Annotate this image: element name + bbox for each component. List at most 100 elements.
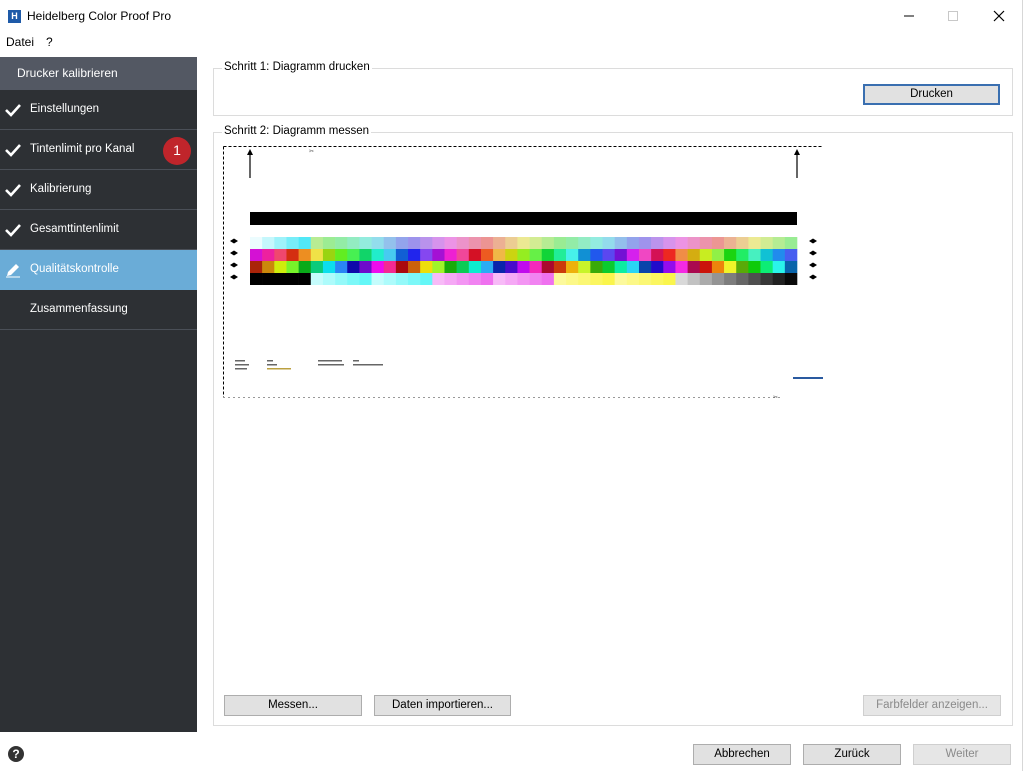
color-patch: [541, 273, 555, 285]
sidebar-item-qualitaetskontrolle[interactable]: Qualitätskontrolle: [0, 250, 197, 290]
color-patch: [298, 249, 312, 261]
registration-mark: [809, 262, 817, 268]
color-patch: [298, 261, 312, 273]
color-patch: [724, 249, 737, 261]
back-button[interactable]: Zurück: [803, 744, 901, 765]
sidebar-item-zusammenfassung[interactable]: Zusammenfassung: [0, 290, 197, 330]
color-patch: [505, 249, 518, 261]
color-patch: [274, 237, 287, 249]
color-patch: [250, 249, 263, 261]
color-patch: [371, 249, 385, 261]
color-patch: [286, 237, 299, 249]
color-patch: [493, 261, 506, 273]
sidebar-header: Drucker kalibrieren: [0, 57, 197, 90]
sidebar: Drucker kalibrieren Einstellungen Tinten…: [0, 57, 197, 732]
color-patch: [663, 273, 676, 285]
color-patch: [529, 273, 543, 285]
registration-mark: [809, 250, 817, 256]
step2-title: Schritt 2: Diagramm messen: [222, 125, 372, 137]
color-patch: [578, 249, 591, 261]
menu-datei[interactable]: Datei: [6, 35, 34, 49]
import-data-button[interactable]: Daten importieren...: [374, 695, 511, 716]
color-patch: [383, 237, 397, 249]
color-patch: [772, 249, 786, 261]
svg-text:✂: ✂: [309, 149, 314, 155]
color-patch: [286, 273, 299, 285]
color-patch: [517, 249, 530, 261]
menu-help[interactable]: ?: [46, 35, 53, 49]
close-window-button[interactable]: [976, 0, 1022, 32]
color-patch: [663, 261, 676, 273]
color-patch: [310, 237, 324, 249]
color-patch: [663, 249, 676, 261]
color-patch: [748, 249, 761, 261]
maximize-button[interactable]: [930, 0, 976, 32]
color-patch: [383, 249, 397, 261]
color-patch: [274, 261, 287, 273]
color-patch: [517, 237, 530, 249]
color-patch: [468, 273, 482, 285]
color-patch: [444, 249, 457, 261]
color-patch: [347, 237, 360, 249]
color-patch: [566, 273, 579, 285]
color-patch: [566, 237, 579, 249]
color-patch: [395, 261, 409, 273]
cancel-button[interactable]: Abbrechen: [693, 744, 791, 765]
color-patch: [784, 249, 798, 261]
color-patch: [347, 273, 360, 285]
sidebar-item-gesamttintenlimit[interactable]: Gesamttintenlimit: [0, 210, 197, 250]
color-patch: [614, 237, 628, 249]
minimize-icon: [904, 15, 914, 17]
color-patch: [724, 237, 737, 249]
color-patch: [298, 237, 312, 249]
pencil-icon: [6, 264, 20, 278]
color-patch: [250, 261, 263, 273]
color-patch: [566, 261, 579, 273]
registration-mark: [230, 238, 238, 244]
color-patch: [335, 273, 348, 285]
help-icon[interactable]: ?: [8, 746, 24, 762]
color-patch: [274, 249, 287, 261]
print-button[interactable]: Drucken: [863, 84, 1000, 105]
menu-bar: Datei ?: [0, 32, 1022, 52]
maximize-icon: [948, 11, 958, 21]
color-patch: [493, 249, 506, 261]
minimize-button[interactable]: [886, 0, 932, 32]
color-patch: [553, 249, 567, 261]
color-patch: [760, 273, 773, 285]
color-patch: [274, 273, 287, 285]
next-button[interactable]: Weiter: [913, 744, 1011, 765]
sidebar-item-kalibrierung[interactable]: Kalibrierung: [0, 170, 197, 210]
color-patch: [456, 273, 470, 285]
measure-button[interactable]: Messen...: [224, 695, 362, 716]
check-icon: [5, 224, 21, 237]
color-patch: [602, 273, 615, 285]
color-patch: [432, 261, 445, 273]
color-patch: [553, 237, 567, 249]
sidebar-item-label: Kalibrierung: [30, 183, 92, 195]
color-patch: [772, 273, 786, 285]
color-patch: [614, 249, 628, 261]
color-patch: [310, 261, 324, 273]
color-patch: [395, 249, 409, 261]
check-icon: [5, 144, 21, 157]
color-patch: [724, 273, 737, 285]
color-patch: [626, 273, 640, 285]
color-patch: [711, 273, 725, 285]
show-patches-button[interactable]: Farbfelder anzeigen...: [863, 695, 1001, 716]
color-patch: [748, 273, 761, 285]
chart-preview: ✂ ✂: [223, 146, 823, 401]
sidebar-item-tintenlimit[interactable]: Tintenlimit pro Kanal 1: [0, 130, 197, 170]
color-patch: [359, 273, 372, 285]
color-patch: [505, 237, 518, 249]
color-patch: [347, 249, 360, 261]
sidebar-item-einstellungen[interactable]: Einstellungen: [0, 90, 197, 130]
check-icon: [5, 184, 21, 197]
color-chart-image: ✂ ✂: [223, 146, 823, 401]
color-patch: [529, 249, 543, 261]
color-patch: [638, 249, 652, 261]
color-patch: [675, 261, 688, 273]
color-patch: [322, 237, 336, 249]
color-patch: [590, 249, 603, 261]
color-patch: [322, 273, 336, 285]
